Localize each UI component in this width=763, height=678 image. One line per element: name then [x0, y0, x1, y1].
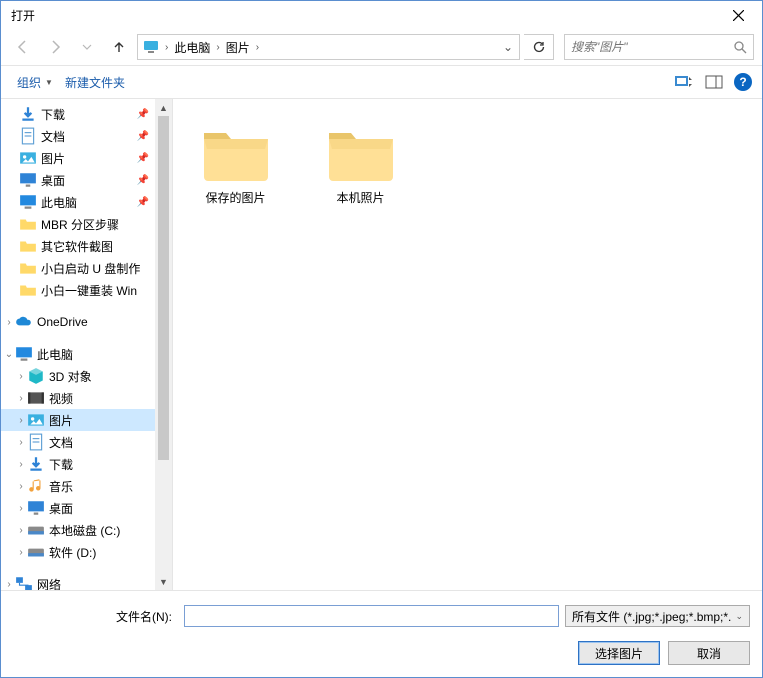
filename-label: 文件名(N):: [13, 608, 178, 625]
organize-menu[interactable]: 组织 ▼: [11, 70, 59, 95]
tree-network[interactable]: ›网络: [1, 573, 155, 590]
sidebar-scrollbar[interactable]: ▲ ▼: [155, 99, 172, 590]
chevron-down-icon: ▼: [45, 78, 53, 87]
pictures-icon: [19, 149, 37, 167]
3d-icon: [27, 367, 45, 385]
back-button[interactable]: [9, 33, 37, 61]
computer-icon: [15, 345, 33, 363]
file-list[interactable]: 保存的图片 本机照片: [173, 99, 762, 590]
window-title: 打开: [11, 7, 35, 24]
folder-icon: [19, 259, 37, 277]
tree-desktop-qa[interactable]: 桌面📌: [1, 169, 155, 191]
disk-icon: [27, 521, 45, 539]
location-icon: [142, 38, 160, 56]
address-dropdown[interactable]: ⌄: [497, 35, 519, 59]
view-mode-button[interactable]: [670, 70, 698, 94]
chevron-right-icon[interactable]: ›: [255, 42, 260, 53]
folder-icon: [19, 237, 37, 255]
search-input[interactable]: [571, 40, 733, 54]
tree-downloads-qa[interactable]: 下载📌: [1, 103, 155, 125]
download-icon: [19, 105, 37, 123]
tree-disk-c[interactable]: ›本地磁盘 (C:): [1, 519, 155, 541]
tree-videos[interactable]: ›视频: [1, 387, 155, 409]
search-box[interactable]: [564, 34, 754, 60]
onedrive-icon: [15, 313, 33, 331]
folder-saved-pictures[interactable]: 保存的图片: [183, 119, 288, 212]
address-bar[interactable]: › 此电脑 › 图片 › ⌄: [137, 34, 520, 60]
video-icon: [27, 389, 45, 407]
tree-pictures[interactable]: ›图片: [1, 409, 155, 431]
scroll-down-button[interactable]: ▼: [155, 573, 172, 590]
tree-documents[interactable]: ›文档: [1, 431, 155, 453]
file-type-filter[interactable]: 所有文件 (*.jpg;*.jpeg;*.bmp;*. ⌄: [565, 605, 750, 627]
tree-folder-xiaobai-usb[interactable]: 小白启动 U 盘制作: [1, 257, 155, 279]
recent-dropdown[interactable]: [73, 33, 101, 61]
search-icon[interactable]: [733, 40, 747, 54]
pin-icon: 📌: [137, 197, 149, 208]
tree-thispc-qa[interactable]: 此电脑📌: [1, 191, 155, 213]
pin-icon: 📌: [137, 109, 149, 120]
document-icon: [27, 433, 45, 451]
cancel-button[interactable]: 取消: [668, 641, 750, 665]
download-icon: [27, 455, 45, 473]
tree-music[interactable]: ›音乐: [1, 475, 155, 497]
disk-icon: [27, 543, 45, 561]
pin-icon: 📌: [137, 175, 149, 186]
pictures-icon: [27, 411, 45, 429]
folder-icon: [200, 125, 272, 183]
filename-input[interactable]: [184, 605, 559, 627]
organize-label: 组织: [17, 74, 41, 91]
desktop-icon: [27, 499, 45, 517]
tree-folder-other[interactable]: 其它软件截图: [1, 235, 155, 257]
music-icon: [27, 477, 45, 495]
tree-thispc[interactable]: ⌄此电脑: [1, 343, 155, 365]
folder-label: 本机照片: [336, 189, 384, 206]
navigation-tree: 下载📌 文档📌 图片📌 桌面📌 此电脑📌 MBR 分区步骤 其它软件截图 小白启…: [1, 99, 155, 590]
breadcrumb-pictures[interactable]: 图片: [221, 35, 255, 59]
tree-disk-d[interactable]: ›软件 (D:): [1, 541, 155, 563]
close-button[interactable]: [718, 3, 758, 27]
document-icon: [19, 127, 37, 145]
preview-pane-button[interactable]: [700, 70, 728, 94]
pin-icon: 📌: [137, 153, 149, 164]
desktop-icon: [19, 171, 37, 189]
breadcrumb-thispc[interactable]: 此电脑: [169, 35, 215, 59]
tree-onedrive[interactable]: ›OneDrive: [1, 311, 155, 333]
tree-desktop[interactable]: ›桌面: [1, 497, 155, 519]
tree-pictures-qa[interactable]: 图片📌: [1, 147, 155, 169]
tree-3dobjects[interactable]: ›3D 对象: [1, 365, 155, 387]
folder-label: 保存的图片: [205, 189, 265, 206]
forward-button[interactable]: [41, 33, 69, 61]
up-button[interactable]: [105, 33, 133, 61]
folder-camera-roll[interactable]: 本机照片: [308, 119, 413, 212]
new-folder-button[interactable]: 新建文件夹: [59, 70, 131, 95]
scroll-thumb[interactable]: [158, 116, 169, 460]
scroll-up-button[interactable]: ▲: [155, 99, 172, 116]
chevron-down-icon: ⌄: [735, 611, 743, 622]
open-button[interactable]: 选择图片: [578, 641, 660, 665]
computer-icon: [19, 193, 37, 211]
filter-label: 所有文件 (*.jpg;*.jpeg;*.bmp;*.: [572, 608, 731, 625]
tree-folder-mbr[interactable]: MBR 分区步骤: [1, 213, 155, 235]
folder-icon: [19, 215, 37, 233]
tree-documents-qa[interactable]: 文档📌: [1, 125, 155, 147]
pin-icon: 📌: [137, 131, 149, 142]
refresh-button[interactable]: [524, 34, 554, 60]
help-button[interactable]: ?: [734, 73, 752, 91]
folder-icon: [19, 281, 37, 299]
folder-icon: [325, 125, 397, 183]
tree-downloads[interactable]: ›下载: [1, 453, 155, 475]
tree-folder-xiaobai-reinstall[interactable]: 小白一键重装 Win: [1, 279, 155, 301]
network-icon: [15, 575, 33, 590]
